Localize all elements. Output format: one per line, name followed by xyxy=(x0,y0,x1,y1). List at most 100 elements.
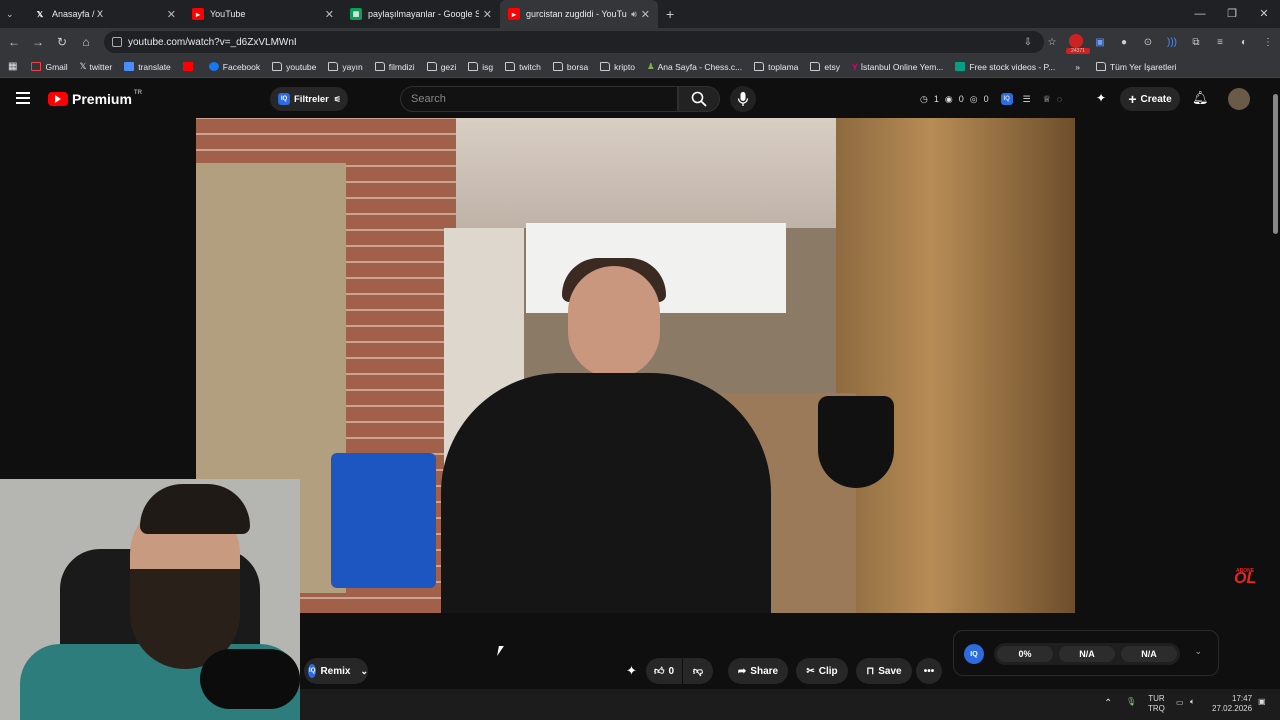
avatar[interactable] xyxy=(1228,88,1250,110)
bookmark-folder-borsa[interactable]: borsa xyxy=(552,62,588,72)
more-actions-button[interactable]: ••• xyxy=(916,658,942,684)
iq-percent: 0% xyxy=(997,646,1053,662)
speaker-icon[interactable]: 🔊︎ xyxy=(631,9,637,20)
trophy-icon[interactable]: ♕ xyxy=(1043,94,1051,105)
close-icon[interactable]: ✕ xyxy=(167,8,176,21)
apps-grid-icon[interactable]: ▦ xyxy=(8,61,17,72)
iq-value-3: N/A xyxy=(1121,646,1177,662)
bookmark-yemeksepeti[interactable]: Y İstanbul Online Yem... xyxy=(852,62,943,72)
create-button[interactable]: + Create xyxy=(1120,87,1180,111)
voice-search-button[interactable] xyxy=(730,86,756,112)
bookmark-youtube-icon[interactable] xyxy=(182,62,197,71)
notifications-bell-icon[interactable]: 🔔︎ xyxy=(1192,90,1209,106)
like-button[interactable]: 👍︎ 0 xyxy=(646,658,682,684)
bookmark-folder-isg[interactable]: isg xyxy=(468,62,493,72)
bookmark-chess[interactable]: ♟ Ana Sayfa - Chess.c... xyxy=(647,61,742,72)
translate-ext-icon[interactable]: ▣ xyxy=(1088,37,1112,48)
save-button[interactable]: ⊓ Save xyxy=(856,658,912,684)
microphone-icon xyxy=(737,92,749,106)
star-icon[interactable]: ☆ xyxy=(1040,37,1064,48)
site-info-icon[interactable] xyxy=(112,37,122,47)
youtube-logo[interactable]: Premium TR xyxy=(48,90,142,107)
list-icon[interactable]: ☰ xyxy=(1023,94,1031,105)
network-icon[interactable]: ▭ xyxy=(1176,698,1184,707)
extension-badge-icon[interactable]: 24371 xyxy=(1064,33,1090,54)
ext-circle-icon[interactable]: ● xyxy=(1112,37,1136,48)
dislike-button[interactable]: 👎︎ xyxy=(683,658,713,684)
search-input[interactable]: Search xyxy=(400,86,678,112)
sparkle-extension-icon[interactable]: ✦ xyxy=(1096,91,1106,105)
sheets-icon: ▦ xyxy=(350,8,362,20)
bookmark-folder-gezi[interactable]: gezi xyxy=(426,62,456,72)
install-icon[interactable]: ⇩ xyxy=(1016,37,1040,48)
translate-icon xyxy=(124,62,135,71)
share-button[interactable]: ➦ Share xyxy=(728,658,788,684)
folder-icon xyxy=(328,62,339,71)
volume-icon[interactable]: 🔈︎ xyxy=(1190,697,1195,707)
ext-glasses-icon[interactable]: ⊙ xyxy=(1136,37,1160,48)
restore-icon[interactable]: ❐ xyxy=(1216,0,1248,28)
page-scrollbar[interactable] xyxy=(1270,82,1280,688)
profile-avatar-icon[interactable]: ◐ xyxy=(1232,37,1256,48)
extensions-puzzle-icon[interactable]: ⧉ xyxy=(1184,37,1208,48)
bookmark-twitter[interactable]: 𝕏twitter xyxy=(80,61,113,72)
bookmark-folder-youtube[interactable]: youtube xyxy=(272,62,316,72)
bookmark-facebook[interactable]: Facebook xyxy=(208,62,260,72)
search-icon xyxy=(691,91,707,107)
tab-youtube[interactable]: ▸ YouTube ✕ xyxy=(184,0,342,28)
browser-tab-bar: ⌄ 𝕏 Anasayfa / X ✕ ▸ YouTube ✕ ▦ paylaşı… xyxy=(0,0,1280,28)
bookmark-gmail[interactable]: Gmail xyxy=(31,62,68,72)
forward-icon[interactable]: → xyxy=(26,35,50,49)
all-bookmarks[interactable]: Tüm Yer İşaretleri xyxy=(1095,62,1177,72)
iq-icon[interactable]: IQ xyxy=(1000,93,1013,105)
search-button[interactable] xyxy=(678,86,720,112)
notification-icon[interactable]: ▣ xyxy=(1258,697,1266,706)
url-field[interactable]: youtube.com/watch?v=_d6ZxVLMWnI xyxy=(104,31,1044,53)
gmail-icon xyxy=(31,62,42,71)
video-player[interactable] xyxy=(196,118,1075,613)
bookmark-folder-toplama[interactable]: toplama xyxy=(754,62,798,72)
close-window-icon[interactable]: ✕ xyxy=(1248,0,1280,28)
tab-search-dropdown[interactable]: ⌄ xyxy=(0,0,26,28)
close-icon[interactable]: ✕ xyxy=(325,8,334,21)
bookmark-folder-yayin[interactable]: yayın xyxy=(328,62,363,72)
new-tab-button[interactable]: + xyxy=(658,0,682,28)
browser-menu-icon[interactable]: ⋮ xyxy=(1256,37,1280,48)
bookmark-folder-filmdizi[interactable]: filmdizi xyxy=(374,62,415,72)
bookmark-translate[interactable]: translate xyxy=(124,62,171,72)
url-text: youtube.com/watch?v=_d6ZxVLMWnI xyxy=(128,36,297,48)
bookmark-pexels[interactable]: Free stock videos - P... xyxy=(955,62,1055,72)
folder-icon xyxy=(468,62,479,71)
tab-x[interactable]: 𝕏 Anasayfa / X ✕ xyxy=(26,0,184,28)
media-control-icon[interactable]: ≡ xyxy=(1208,37,1232,48)
iq-stats-panel: IQ 0% N/A N/A ⌄ xyxy=(953,630,1219,676)
tab-active-video[interactable]: ▸ gurcistan zugdidi - YouTub 🔊︎ ✕ xyxy=(500,0,658,28)
reload-icon[interactable]: ↻ xyxy=(50,35,74,49)
hamburger-menu-icon[interactable] xyxy=(16,92,30,104)
sparkle-icon[interactable]: ✦ xyxy=(626,663,637,679)
close-icon[interactable]: ✕ xyxy=(641,8,650,21)
bookmark-folder-kripto[interactable]: kripto xyxy=(600,62,635,72)
chevron-down-icon[interactable]: ⌄ xyxy=(1194,646,1202,657)
close-icon[interactable]: ✕ xyxy=(483,8,492,21)
minimize-icon[interactable]: — xyxy=(1184,0,1216,28)
more-bookmarks-icon[interactable]: » xyxy=(1075,62,1080,72)
filter-button[interactable]: IQ Filtreler ⚟ xyxy=(270,87,348,111)
bookmark-folder-etsy[interactable]: etsy xyxy=(810,62,840,72)
iq-icon[interactable]: IQ xyxy=(964,644,984,664)
youtube-header: Premium TR IQ Filtreler ⚟ Search ◷ 1 ◉ 0 ◎… xyxy=(0,80,1280,118)
mic-tray-icon[interactable]: 🎙︎ xyxy=(1126,697,1136,706)
home-icon[interactable]: ⌂ xyxy=(74,35,98,49)
back-icon[interactable]: ← xyxy=(2,35,26,49)
tab-sheets[interactable]: ▦ paylaşılmayanlar - Google Shee ✕ xyxy=(342,0,500,28)
chat-icon[interactable]: ◌ xyxy=(1057,94,1062,104)
bookmark-folder-twitch[interactable]: twitch xyxy=(505,62,541,72)
scrollbar-thumb[interactable] xyxy=(1273,94,1278,234)
language-indicator[interactable]: TUR TRQ xyxy=(1148,694,1165,714)
more-dots-icon: ••• xyxy=(923,665,935,677)
remix-button[interactable]: IQ Remix ⌄ xyxy=(304,658,368,684)
ext-wave-icon[interactable]: ))) xyxy=(1160,37,1184,48)
clip-button[interactable]: ✂ Clip xyxy=(796,658,848,684)
clock[interactable]: 17:47 27.02.2026 xyxy=(1212,694,1252,714)
tray-chevron-icon[interactable]: ⌃ xyxy=(1104,698,1112,709)
